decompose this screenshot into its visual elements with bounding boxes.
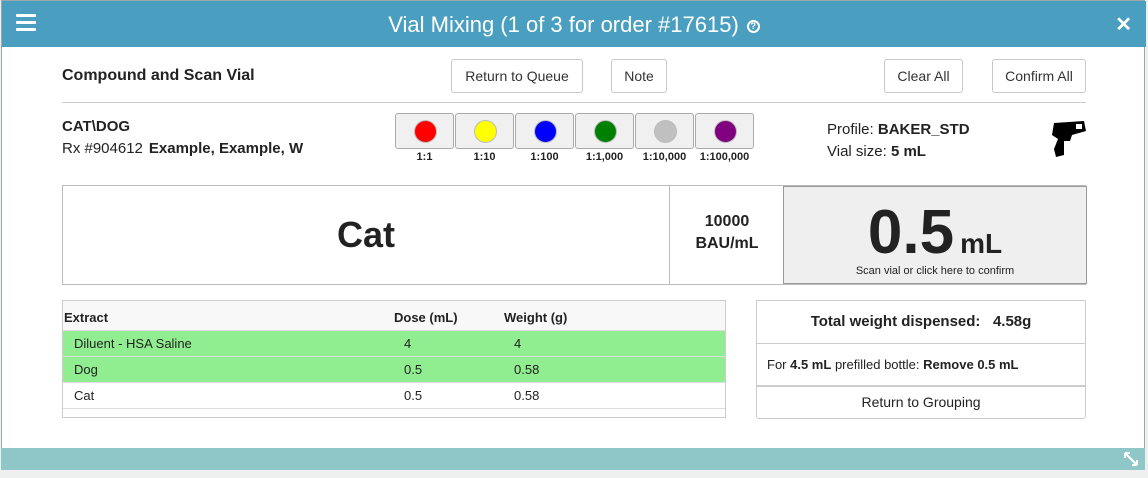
window-title-text: Vial Mixing (1 of 3 for order #17615) — [388, 12, 739, 37]
dilution-label: 1:10,000 — [642, 151, 687, 163]
dilution-button[interactable] — [635, 113, 694, 149]
prefill-action: Remove 0.5 mL — [923, 357, 1019, 372]
rx-line: Rx #904612 Example, Example, W — [62, 140, 303, 157]
table-row[interactable]: Cat 0.5 0.58 — [63, 383, 725, 409]
cell-dose: 4 — [404, 336, 412, 351]
extract-table: Extract Dose (mL) Weight (g) Diluent - H… — [62, 300, 726, 418]
profile-label: Profile: — [827, 121, 874, 138]
total-weight: Total weight dispensed: 4.58g — [756, 300, 1086, 344]
volume-unit: mL — [960, 228, 1003, 259]
dilution-button[interactable] — [515, 113, 574, 149]
clear-all-button[interactable]: Clear All — [884, 59, 963, 93]
section-title: Compound and Scan Vial — [62, 67, 255, 84]
current-extract-name: Cat — [63, 186, 670, 284]
vial-size-value: 5 mL — [890, 143, 926, 160]
table-row[interactable]: Dog 0.5 0.58 — [63, 357, 725, 383]
concentration-unit: BAU/mL — [695, 235, 759, 252]
dilution-color-dot — [474, 120, 497, 143]
dilution-label: 1:100 — [530, 151, 559, 163]
totals-panel: Total weight dispensed: 4.58g For 4.5 mL… — [756, 300, 1086, 420]
dilution-label: 1:100,000 — [699, 151, 750, 163]
header-weight: Weight (g) — [504, 310, 568, 325]
help-icon[interactable]: ? — [746, 20, 760, 33]
prefill-instruction: For 4.5 mL prefilled bottle: Remove 0.5 … — [756, 343, 1086, 386]
return-to-queue-button[interactable]: Return to Queue — [451, 59, 583, 93]
table-header: Extract Dose (mL) Weight (g) — [63, 301, 725, 331]
cell-dose: 0.5 — [404, 362, 423, 377]
dilution-color-dot — [594, 120, 617, 143]
table-row[interactable]: Diluent - HSA Saline 4 4 — [63, 331, 725, 357]
total-weight-label: Total weight dispensed: — [810, 313, 981, 330]
vial-mixing-window: Vial Mixing (1 of 3 for order #17615)? ✕… — [1, 0, 1146, 470]
dilution-button[interactable] — [695, 113, 754, 149]
window-footer — [1, 448, 1145, 470]
dilution-button[interactable] — [395, 113, 454, 149]
header-extract: Extract — [64, 310, 109, 325]
vial-size-label: Vial size: — [827, 143, 887, 160]
confirm-volume-button[interactable]: 0.5 mL Scan vial or click here to confirm — [783, 186, 1087, 284]
cell-weight: 0.58 — [514, 362, 540, 377]
dilution-button[interactable] — [575, 113, 634, 149]
dilution-color-dot — [414, 120, 437, 143]
total-weight-value: 4.58g — [992, 313, 1032, 330]
close-icon[interactable]: ✕ — [1115, 12, 1132, 37]
cell-weight: 0.58 — [514, 388, 540, 403]
dilution-label: 1:10 — [473, 151, 496, 163]
dilution-color-dot — [654, 120, 677, 143]
note-button[interactable]: Note — [611, 59, 667, 93]
cell-extract: Cat — [74, 388, 95, 403]
dilution-color-dot — [714, 120, 737, 143]
header-divider — [62, 102, 1086, 103]
patient-name: CAT\DOG — [62, 118, 131, 135]
barcode-scanner-icon[interactable] — [1050, 119, 1088, 159]
profile-info: Profile: BAKER_STD Vial size: 5 mL — [827, 119, 970, 163]
header-dose: Dose (mL) — [394, 310, 458, 325]
prefill-pre: For — [767, 357, 787, 372]
mix-panel: Cat 10000 BAU/mL 0.5 mL Scan vial or clic… — [62, 185, 1087, 285]
dilution-color-dot — [534, 120, 557, 143]
cell-extract: Diluent - HSA Saline — [74, 336, 192, 351]
confirm-all-button[interactable]: Confirm All — [992, 59, 1086, 93]
return-to-grouping-button[interactable]: Return to Grouping — [756, 386, 1086, 419]
volume-display: 0.5 mL — [784, 197, 1086, 268]
cell-weight: 4 — [514, 336, 522, 351]
profile-value: BAKER_STD — [877, 121, 970, 138]
rx-patient-name: Example, Example, W — [148, 140, 304, 157]
dilution-button[interactable] — [455, 113, 514, 149]
cell-dose: 0.5 — [404, 388, 423, 403]
prefill-volume: 4.5 mL — [790, 357, 832, 372]
prefill-mid: prefilled bottle: — [834, 357, 920, 372]
volume-value: 0.5 — [867, 198, 955, 267]
concentration: 10000 BAU/mL — [671, 211, 783, 255]
title-bar: Vial Mixing (1 of 3 for order #17615)? ✕ — [2, 1, 1146, 47]
patient-info: CAT\DOG Rx #904612 Example, Example, W — [62, 118, 303, 157]
resize-icon[interactable] — [1123, 451, 1139, 467]
concentration-value: 10000 — [704, 213, 750, 230]
confirm-hint: Scan vial or click here to confirm — [855, 265, 1015, 277]
window-title: Vial Mixing (1 of 3 for order #17615)? — [2, 12, 1146, 38]
dilution-label: 1:1,000 — [585, 151, 624, 163]
dilution-label: 1:1 — [416, 151, 433, 163]
rx-number: Rx #904612 — [62, 140, 143, 157]
cell-extract: Dog — [74, 362, 98, 377]
